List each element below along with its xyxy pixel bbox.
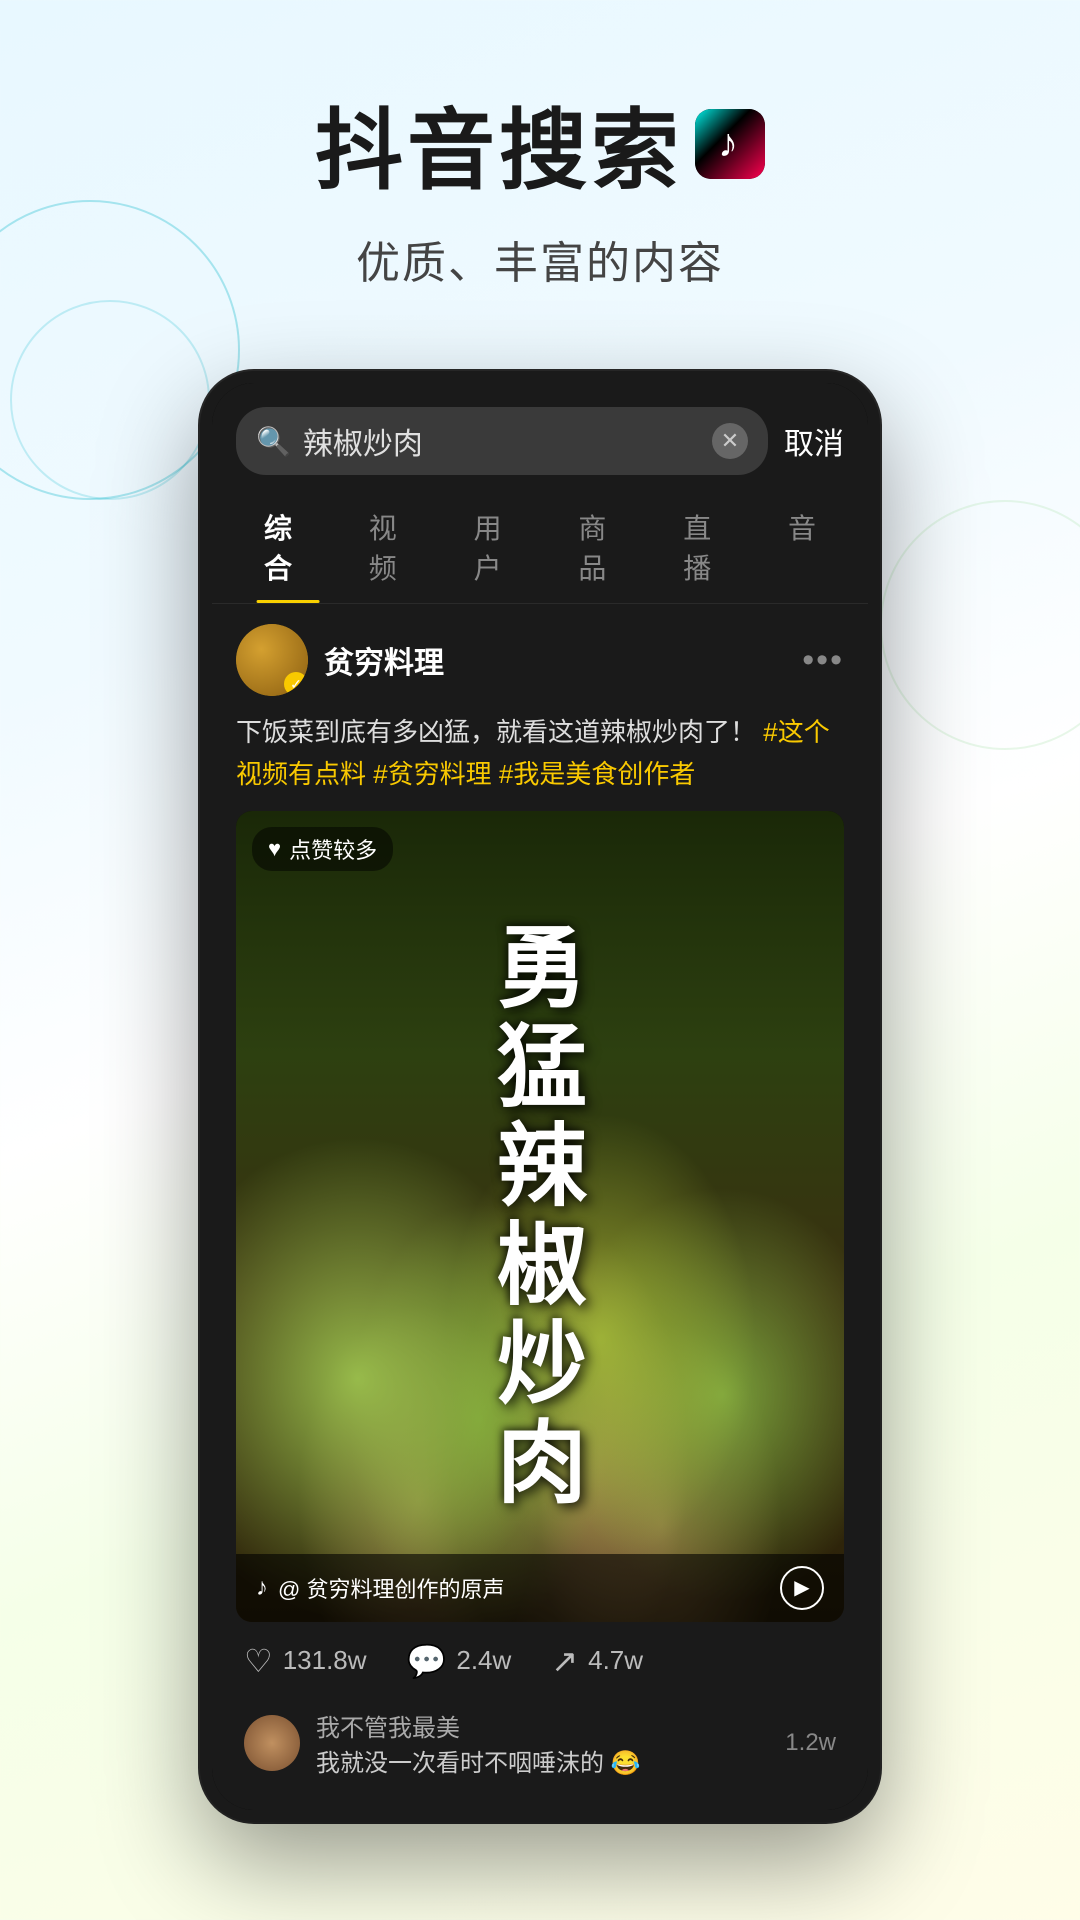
post-description: 下饭菜到底有多凶猛，就看这道辣椒炒肉了！ #这个视频有点料 #贫穷料理 #我是美…: [236, 712, 844, 795]
tab-label-综合: 综合: [264, 513, 292, 584]
commenter-avatar: [244, 1715, 300, 1771]
likes-count: 131.8w: [283, 1645, 367, 1676]
tabs-row: 综合 视频 用户 商品 直播 音: [212, 491, 868, 604]
search-query-text: 辣椒炒肉: [303, 419, 700, 463]
play-icon: ▶: [794, 1575, 809, 1600]
tab-label-直播: 直播: [683, 513, 711, 584]
comments-item[interactable]: 💬 2.4w: [407, 1642, 512, 1680]
subtitle-text: 优质、丰富的内容: [0, 227, 1080, 291]
phone-wrapper: 🔍 辣椒炒肉 ✕ 取消 综合 视频 用户: [0, 371, 1080, 1822]
play-button[interactable]: ▶: [780, 1566, 824, 1610]
video-calligraphy: 勇猛辣椒炒肉: [497, 920, 583, 1514]
user-row: ✓ 贫穷料理 •••: [236, 624, 844, 696]
verified-badge: ✓: [284, 672, 308, 696]
search-input-box[interactable]: 🔍 辣椒炒肉 ✕: [236, 407, 768, 475]
tab-直播[interactable]: 直播: [655, 491, 760, 603]
phone-screen: 🔍 辣椒炒肉 ✕ 取消 综合 视频 用户: [212, 383, 868, 1810]
engagement-row: ♡ 131.8w 💬 2.4w ↗ 4.7w: [236, 1642, 844, 1680]
tab-用户[interactable]: 用户: [446, 491, 551, 603]
clear-icon: ✕: [721, 428, 739, 454]
more-button[interactable]: •••: [802, 641, 844, 680]
cancel-button[interactable]: 取消: [784, 419, 844, 463]
heart-icon: ♡: [244, 1642, 273, 1680]
app-title: 抖音搜索 ♪: [315, 80, 765, 207]
header-section: 抖音搜索 ♪ 优质、丰富的内容: [0, 0, 1080, 351]
comments-count: 2.4w: [456, 1645, 511, 1676]
likes-item[interactable]: ♡ 131.8w: [244, 1642, 367, 1680]
comment-texts: 我不管我最美 我就没一次看时不咽唾沫的 😂: [316, 1708, 769, 1778]
tiktok-logo: ♪: [695, 109, 765, 179]
comment-count: 1.2w: [785, 1729, 836, 1757]
audio-info: ♪ @ 贫穷料理创作的原声: [256, 1572, 504, 1604]
comment-icon: 💬: [407, 1642, 447, 1680]
avatar: ✓: [236, 624, 308, 696]
comment-body: 我就没一次看时不咽唾沫的 😂: [316, 1743, 769, 1778]
comment-preview: 我不管我最美 我就没一次看时不咽唾沫的 😂 1.2w: [236, 1696, 844, 1790]
tiktok-audio-icon: ♪: [256, 1574, 268, 1602]
tab-label-商品: 商品: [578, 513, 606, 584]
phone-device: 🔍 辣椒炒肉 ✕ 取消 综合 视频 用户: [200, 371, 880, 1822]
title-text: 抖音搜索: [315, 80, 683, 207]
share-icon: ↗: [551, 1642, 578, 1680]
tab-label-音: 音: [788, 513, 816, 544]
tiktok-note-icon: ♪: [718, 121, 742, 166]
tab-label-视频: 视频: [369, 513, 397, 584]
audio-bar[interactable]: ♪ @ 贫穷料理创作的原声 ▶: [236, 1554, 844, 1622]
username[interactable]: 贫穷料理: [324, 638, 444, 682]
search-bar: 🔍 辣椒炒肉 ✕ 取消: [212, 383, 868, 491]
verified-icon: ✓: [290, 676, 302, 693]
user-info: ✓ 贫穷料理: [236, 624, 444, 696]
post-desc-text: 下饭菜到底有多凶猛，就看这道辣椒炒肉了！: [236, 717, 756, 747]
tab-综合[interactable]: 综合: [236, 491, 341, 603]
shares-count: 4.7w: [588, 1645, 643, 1676]
commenter-username: 我不管我最美: [316, 1708, 769, 1743]
shares-item[interactable]: ↗ 4.7w: [551, 1642, 643, 1680]
tab-音[interactable]: 音: [760, 491, 844, 603]
search-icon: 🔍: [256, 425, 291, 458]
content-area: ✓ 贫穷料理 ••• 下饭菜到底有多凶猛，就看这道辣椒炒肉了！ #这个视频有点料…: [212, 604, 868, 1810]
tab-视频[interactable]: 视频: [341, 491, 446, 603]
video-thumbnail[interactable]: ♥ 点赞较多 勇猛辣椒炒肉 ♪ @ 贫穷料理创作的原声: [236, 811, 844, 1622]
tab-商品[interactable]: 商品: [550, 491, 655, 603]
tab-label-用户: 用户: [474, 513, 502, 584]
audio-text: @ 贫穷料理创作的原声: [278, 1572, 504, 1604]
clear-button[interactable]: ✕: [712, 423, 748, 459]
overlay-text-area: 勇猛辣椒炒肉: [236, 811, 844, 1622]
